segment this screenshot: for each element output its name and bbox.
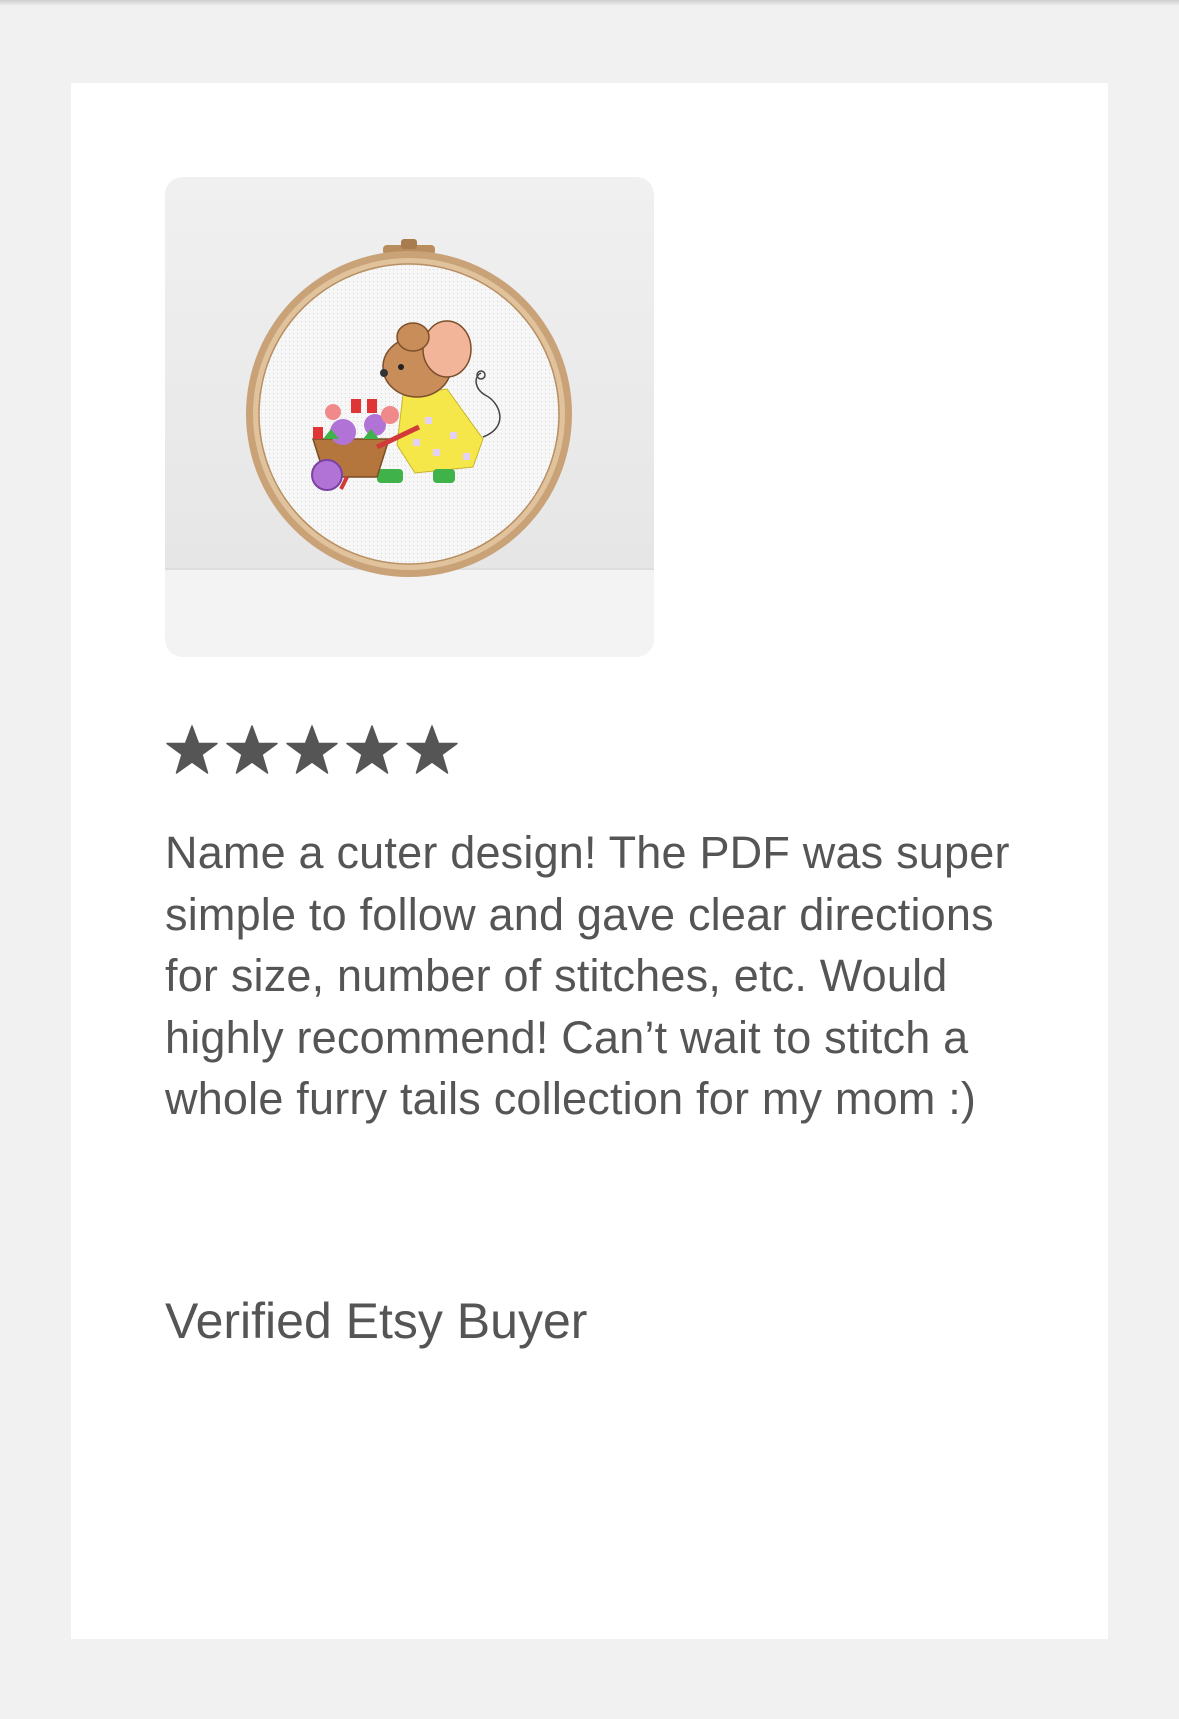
- star-icon: [165, 724, 219, 776]
- star-icon: [225, 724, 279, 776]
- product-photo[interactable]: [165, 177, 654, 657]
- star-icon: [405, 724, 459, 776]
- star-icon: [345, 724, 399, 776]
- top-edge-shadow: [0, 0, 1179, 6]
- star-icon: [285, 724, 339, 776]
- star-rating: [165, 724, 459, 776]
- reviewer-name: Verified Etsy Buyer: [165, 1293, 588, 1349]
- review-text: Name a cuter design! The PDF was super s…: [165, 827, 1010, 1124]
- review-card: Name a cuter design! The PDF was super s…: [71, 83, 1108, 1639]
